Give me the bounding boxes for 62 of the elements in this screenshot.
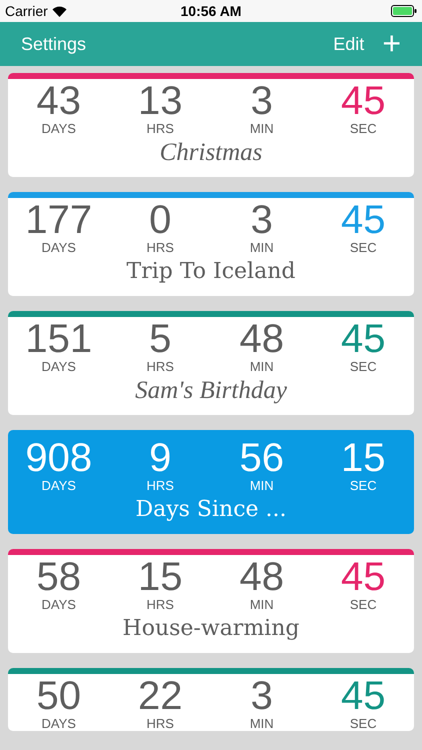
unit-label: DAYS bbox=[42, 597, 76, 612]
countdown-card[interactable]: 151 DAYS 5 HRS 48 MIN 45 SEC Sam's Birthday bbox=[8, 311, 414, 415]
countdown-card[interactable]: 58 DAYS 15 HRS 48 MIN 45 SEC House-warming bbox=[8, 549, 414, 653]
count-value: 50 bbox=[36, 676, 81, 716]
event-title: Christmas bbox=[158, 138, 264, 168]
unit-label: SEC bbox=[350, 359, 377, 374]
unit-label: DAYS bbox=[42, 716, 76, 731]
count-value: 3 bbox=[250, 81, 273, 121]
unit-label: HRS bbox=[146, 597, 174, 612]
count-value: 45 bbox=[341, 319, 386, 359]
unit-label: SEC bbox=[350, 478, 377, 493]
unit-label: DAYS bbox=[42, 359, 76, 374]
carrier-label: Carrier bbox=[5, 2, 48, 20]
count-value: 3 bbox=[250, 676, 273, 716]
unit-label: HRS bbox=[146, 240, 174, 255]
count-value: 5 bbox=[149, 319, 172, 359]
count-value: 15 bbox=[341, 438, 386, 478]
event-title: House-warming bbox=[122, 615, 300, 643]
count-value: 22 bbox=[138, 676, 182, 716]
countdown-card[interactable]: 43 DAYS 13 HRS 3 MIN 45 SEC Christmas bbox=[8, 73, 414, 177]
unit-label: HRS bbox=[146, 359, 174, 374]
count-value: 48 bbox=[240, 319, 284, 359]
event-title: Sam's Birthday bbox=[134, 376, 288, 406]
unit-label: DAYS bbox=[42, 121, 76, 136]
unit-label: DAYS bbox=[42, 478, 76, 493]
count-value: 45 bbox=[341, 200, 386, 240]
clock-label: 10:56 AM bbox=[180, 2, 242, 20]
count-value: 3 bbox=[250, 200, 273, 240]
count-value: 908 bbox=[25, 438, 92, 478]
event-title: Trip To Iceland bbox=[126, 258, 296, 286]
count-value: 9 bbox=[149, 438, 172, 478]
count-value: 177 bbox=[25, 200, 92, 240]
unit-label: SEC bbox=[350, 240, 377, 255]
event-title: Days Since ... bbox=[134, 496, 288, 524]
wifi-icon bbox=[52, 6, 67, 16]
battery-icon bbox=[391, 5, 417, 17]
countdown-card[interactable]: 177 DAYS 0 HRS 3 MIN 45 SEC Trip To Iceland bbox=[8, 192, 414, 296]
unit-label: SEC bbox=[350, 597, 377, 612]
unit-label: HRS bbox=[146, 716, 174, 731]
count-value: 45 bbox=[341, 81, 386, 121]
unit-label: MIN bbox=[250, 716, 274, 731]
count-value: 43 bbox=[36, 81, 81, 121]
unit-label: MIN bbox=[250, 121, 274, 136]
unit-label: HRS bbox=[146, 478, 174, 493]
count-value: 13 bbox=[138, 81, 182, 121]
count-value: 58 bbox=[36, 557, 81, 597]
count-value: 45 bbox=[341, 557, 386, 597]
unit-label: MIN bbox=[250, 478, 274, 493]
unit-label: DAYS bbox=[42, 240, 76, 255]
unit-label: MIN bbox=[250, 359, 274, 374]
count-value: 45 bbox=[341, 676, 386, 716]
unit-label: MIN bbox=[250, 240, 274, 255]
countdown-card[interactable]: 50 DAYS 22 HRS 3 MIN 45 SEC bbox=[8, 668, 414, 731]
count-value: 15 bbox=[138, 557, 182, 597]
unit-label: SEC bbox=[350, 716, 377, 731]
unit-label: SEC bbox=[350, 121, 377, 136]
count-value: 151 bbox=[25, 319, 92, 359]
unit-label: HRS bbox=[146, 121, 174, 136]
count-value: 48 bbox=[240, 557, 284, 597]
count-value: 56 bbox=[240, 438, 284, 478]
count-value: 0 bbox=[149, 200, 172, 240]
unit-label: MIN bbox=[250, 597, 274, 612]
